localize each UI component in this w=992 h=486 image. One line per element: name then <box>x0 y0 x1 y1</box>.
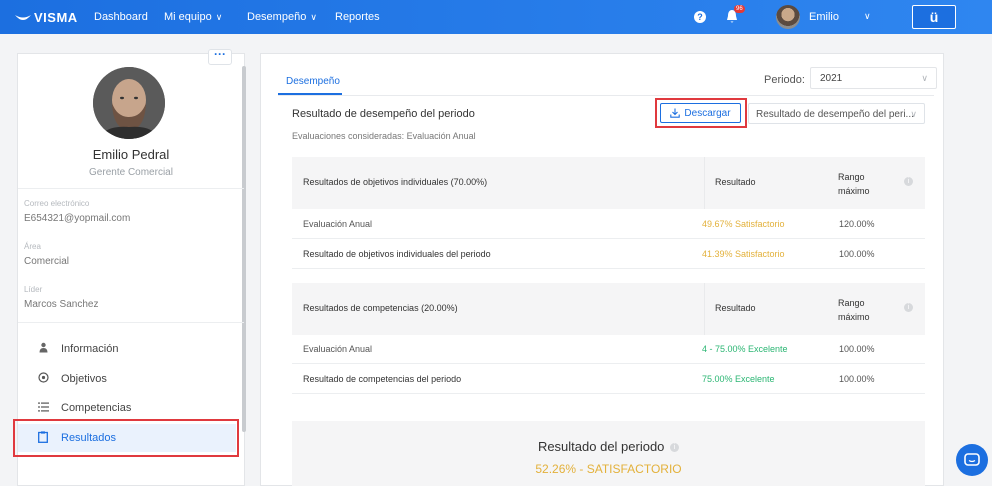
logo-text: VISMA <box>34 10 78 25</box>
app-switcher-label: ü <box>913 6 955 28</box>
highlight-outline <box>13 419 239 457</box>
target-icon <box>36 372 50 386</box>
info-icon[interactable]: i <box>904 303 913 312</box>
table-row: Evaluación Anual 4 - 75.00% Excelente 10… <box>292 334 925 364</box>
column-header-max-range: Rango máximo <box>838 296 870 324</box>
user-name[interactable]: Emilio <box>809 11 839 23</box>
header-line: Rango <box>838 298 865 308</box>
column-header-result: Resultado <box>715 177 756 187</box>
divider <box>18 188 244 189</box>
divider <box>18 322 244 323</box>
objectives-table-header: Resultados de objetivos individuales (70… <box>292 157 925 209</box>
row-max: 100.00% <box>839 249 875 259</box>
summary-value: 52.26% - SATISFACTORIO <box>535 462 682 476</box>
area-value: Comercial <box>24 256 70 267</box>
profile-name: Emilio Pedral <box>92 147 170 162</box>
row-result: 49.67% Satisfactorio <box>702 219 785 229</box>
info-icon[interactable]: i <box>670 443 680 453</box>
visma-logo[interactable]: VISMA <box>15 10 78 25</box>
period-label: Periodo: <box>764 74 805 86</box>
nav-label: Reportes <box>335 11 380 23</box>
area-label: Área <box>24 242 41 251</box>
nav-reportes[interactable]: Reportes <box>335 11 380 23</box>
section-title: Resultado de desempeño del periodo <box>292 108 475 120</box>
profile-role: Gerente Comercial <box>89 167 173 178</box>
column-divider <box>704 157 705 209</box>
list-icon <box>36 402 50 415</box>
top-navbar: VISMA Dashboard Mi equipo ∨ Desempeño ∨ Re… <box>0 0 992 34</box>
leader-label: Líder <box>24 285 43 294</box>
row-max: 120.00% <box>839 219 875 229</box>
nav-label: Dashboard <box>94 11 148 23</box>
column-header-result: Resultado <box>715 303 756 313</box>
tab-bar-border <box>278 95 934 96</box>
nav-label: Mi equipo <box>164 11 212 23</box>
nav-mi-equipo[interactable]: Mi equipo ∨ <box>164 11 222 23</box>
table-row: Evaluación Anual 49.67% Satisfactorio 12… <box>292 209 925 239</box>
competencies-table-header: Resultados de competencias (20.00%) Resu… <box>292 283 925 335</box>
table-row: Resultado de competencias del periodo 75… <box>292 364 925 394</box>
chevron-down-icon: ∨ <box>215 12 223 22</box>
sidebar-item-label: Objetivos <box>61 373 107 385</box>
nav-label: Desempeño <box>247 11 307 23</box>
period-summary: Resultado del periodo i 52.26% - SATISFA… <box>292 421 925 486</box>
section-subtitle: Evaluaciones consideradas: Evaluación An… <box>292 131 476 141</box>
nav-desempeno[interactable]: Desempeño ∨ <box>247 11 317 23</box>
summary-title-text: Resultado del periodo <box>537 439 665 454</box>
email-value: E654321@yopmail.com <box>24 213 131 224</box>
info-icon[interactable]: i <box>904 177 913 186</box>
profile-photo <box>93 67 165 139</box>
chevron-down-icon[interactable]: ∨ <box>864 11 871 22</box>
nav-dashboard[interactable]: Dashboard <box>94 11 148 23</box>
profile-avatar <box>93 67 165 139</box>
app-switcher-button[interactable]: ü <box>912 5 956 29</box>
period-select[interactable]: 2021 ∨ <box>810 67 937 89</box>
leader-value: Marcos Sanchez <box>24 299 99 310</box>
chevron-down-icon: ∨ <box>310 12 317 22</box>
column-divider <box>704 283 705 335</box>
chevron-down-icon: ∨ <box>910 109 917 119</box>
chat-button[interactable] <box>956 444 988 476</box>
header-line: máximo <box>838 312 870 322</box>
scrollbar[interactable] <box>242 66 246 432</box>
column-header-objectives: Resultados de objetivos individuales (70… <box>303 177 488 187</box>
more-options-button[interactable]: ··· <box>208 48 232 65</box>
notification-badge: 96 <box>734 5 745 13</box>
row-max: 100.00% <box>839 344 875 354</box>
tab-desempeno[interactable]: Desempeño <box>286 76 340 87</box>
sidebar-item-objetivos[interactable]: Objetivos <box>18 365 236 393</box>
sidebar-item-competencias[interactable]: Competencias <box>18 394 236 422</box>
row-result: 41.39% Satisfactorio <box>702 249 785 259</box>
row-name: Evaluación Anual <box>303 219 373 229</box>
email-label: Correo electrónico <box>24 199 90 208</box>
visma-logo-icon <box>15 14 31 20</box>
chevron-down-icon: ∨ <box>921 73 928 83</box>
summary-title: Resultado del periodo i <box>292 439 925 454</box>
result-type-select[interactable]: Resultado de desempeño del peri... ∨ <box>748 103 925 124</box>
row-name: Resultado de objetivos individuales del … <box>303 249 491 259</box>
sidebar-item-label: Información <box>61 343 119 355</box>
download-icon <box>670 108 681 118</box>
row-result: 4 - 75.00% Excelente <box>702 344 788 354</box>
row-max: 100.00% <box>839 374 875 384</box>
header-line: Rango <box>838 172 865 182</box>
user-icon <box>36 342 50 356</box>
help-icon[interactable]: ? <box>694 11 706 23</box>
row-name: Resultado de competencias del periodo <box>303 374 462 384</box>
header-line: máximo <box>838 186 870 196</box>
table-row: Resultado de objetivos individuales del … <box>292 239 925 269</box>
chat-icon <box>964 453 980 466</box>
row-name: Evaluación Anual <box>303 344 373 354</box>
download-label: Descargar <box>684 107 731 119</box>
sidebar-item-informacion[interactable]: Información <box>18 335 236 363</box>
result-type-value: Resultado de desempeño del peri... <box>756 109 914 120</box>
row-result: 75.00% Excelente <box>702 374 775 384</box>
user-avatar[interactable] <box>776 5 800 29</box>
download-button[interactable]: Descargar <box>660 103 741 123</box>
column-header-max-range: Rango máximo <box>838 170 870 198</box>
column-header-competencies: Resultados de competencias (20.00%) <box>303 303 458 313</box>
period-value: 2021 <box>820 73 843 84</box>
sidebar-item-label: Competencias <box>61 402 132 414</box>
